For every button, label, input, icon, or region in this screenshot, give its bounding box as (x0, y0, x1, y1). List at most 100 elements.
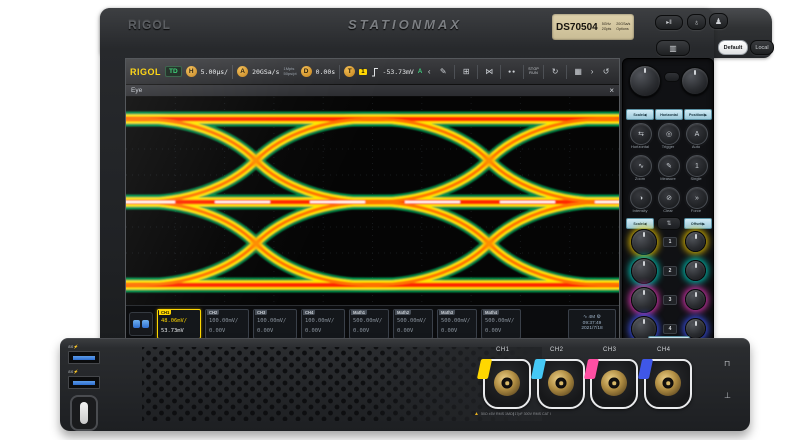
math-scale: 500.00mV/ (397, 318, 426, 324)
horizontal-badge[interactable]: H (186, 66, 197, 77)
channel-box-ch4[interactable]: CH4 100.00mV/ 0.00V (301, 309, 345, 339)
vertical-offset-pill[interactable]: Offset/▶ (684, 218, 712, 229)
model-badge: DS70504 5GHz 20GSa/s 2Gpts Options (552, 14, 634, 40)
touch-lock-button[interactable]: ♁ (687, 14, 706, 30)
math-box-1[interactable]: Math1 500.00mV/ 0.00V (349, 309, 389, 339)
ch1-enable-button[interactable]: 1 (663, 237, 677, 247)
collapse-icon[interactable]: ‹ (426, 67, 432, 76)
channel-box-ch2[interactable]: CH2 100.00mV/ 0.00V (205, 309, 249, 339)
math-offset: 0.00V (397, 328, 413, 334)
layout-icon[interactable]: ⊞ (459, 67, 473, 76)
eye-diagram-icon[interactable]: ⋈ (482, 67, 496, 76)
ch1-scale-knob[interactable] (631, 229, 657, 255)
force-button[interactable]: » (686, 187, 708, 209)
toolbar-divider (339, 65, 340, 79)
warning-text: 50Ω ±5V RMS 1MΩ∥17pF 300V RMS CAT I (481, 412, 551, 416)
local-button[interactable]: Local (750, 40, 774, 55)
ch2-scale-knob[interactable] (631, 258, 657, 284)
acquisition-mode-badge[interactable]: TD (165, 66, 182, 77)
horizontal-scale-value[interactable]: 5.00μs/ (201, 68, 228, 76)
trigger-level-value[interactable]: -53.73mV (383, 68, 414, 76)
usb-port-2[interactable] (68, 376, 100, 389)
clock-box[interactable]: ∿ 4M ⚙ 09:37:49 2021/7/18 (568, 309, 616, 339)
ch4-enable-button[interactable]: 4 (663, 324, 677, 334)
math-box-2[interactable]: Math2 500.00mV/ 0.00V (393, 309, 433, 339)
oscilloscope: RIGOL STATIONMAX DS70504 5GHz 20GSa/s 2G… (0, 0, 810, 440)
trigger-button[interactable]: ◎ (658, 123, 680, 145)
sample-rate-value[interactable]: 20GSa/s (252, 68, 279, 76)
run-label: RUN (529, 72, 538, 76)
trigger-badge[interactable]: T (344, 66, 355, 77)
close-icon[interactable]: × (609, 86, 614, 95)
run-pause-button[interactable]: ▸‖ (655, 15, 683, 30)
local-label: Local (755, 45, 768, 51)
touch-icon: ♁ (694, 18, 700, 27)
math-scale: 500.00mV/ (441, 318, 470, 324)
force-label: Force (683, 208, 709, 213)
run-stop-icon[interactable]: STOP RUN (528, 68, 539, 76)
channel-box-ch3[interactable]: CH3 100.00mV/ 0.00V (253, 309, 297, 339)
channel-box-ch1[interactable]: CH1 48.06mV/ 53.73mV (157, 309, 201, 339)
ch1-bnc-connector[interactable] (483, 359, 531, 409)
vertical-scale-pill[interactable]: Scale/◀ (626, 218, 654, 229)
clear-button[interactable]: ⊘ (658, 187, 680, 209)
auto-button[interactable]: A (686, 123, 708, 145)
position-button-pill[interactable]: Position/▶ (684, 109, 712, 120)
apps-grid-icon[interactable]: ▦ (571, 67, 585, 76)
channel-tab: CH3 (255, 310, 267, 315)
channel-status-bar: CH1 48.06mV/ 53.73mV CH2 100.00mV/ 0.00V… (126, 305, 619, 341)
ch3-scale-knob[interactable] (631, 287, 657, 313)
display-mode-icon[interactable] (129, 312, 153, 336)
zoom-icon: ∿ (638, 162, 644, 170)
acquire-badge[interactable]: A (237, 66, 248, 77)
zoom-label: Zoom (627, 176, 653, 181)
display-screen: RIGOL TD H 5.00μs/ A 20GSa/s 1Mpts 50ps/… (125, 58, 620, 342)
single-button[interactable]: 1 (686, 155, 708, 177)
scale-fine-label: Scale/◀ (633, 113, 646, 117)
ch3-bnc-connector[interactable] (590, 359, 638, 409)
power-button[interactable] (70, 395, 98, 431)
refresh-icon[interactable]: ↺ (599, 67, 613, 76)
ch3-offset-knob[interactable] (685, 289, 706, 310)
ch3-enable-button[interactable]: 3 (663, 295, 677, 305)
horizontal-position-knob[interactable] (681, 67, 709, 95)
measure-button[interactable]: ✎ (658, 155, 680, 177)
usb-port-1[interactable] (68, 351, 100, 364)
math-box-4[interactable]: Math4 500.00mV/ 0.00V (481, 309, 521, 339)
default-label: Default (724, 45, 743, 51)
input-rating-warning: ▲ 50Ω ±5V RMS 1MΩ∥17pF 300V RMS CAT I (474, 411, 551, 417)
math-box-3[interactable]: Math3 500.00mV/ 0.00V (437, 309, 477, 339)
vertical-nav-button[interactable]: ⇅ (657, 217, 681, 230)
delay-badge[interactable]: D (301, 66, 312, 77)
ch2-offset-knob[interactable] (685, 260, 706, 281)
default-button[interactable]: Default (718, 40, 748, 55)
channel-tab: CH2 (207, 310, 219, 315)
record-icon[interactable]: ↻ (548, 67, 562, 76)
annotate-pencil-icon[interactable]: ✎ (436, 67, 450, 76)
horizontal-button-pill[interactable]: Horizontal (655, 109, 683, 120)
memory-depth-stack: 1Mpts 50ps/pt (283, 67, 296, 76)
user-button[interactable]: ♟ (709, 13, 728, 29)
scale-fine-button[interactable]: Scale/◀ (626, 109, 654, 120)
ch1-offset-knob[interactable] (685, 231, 706, 252)
ch4-bnc-connector[interactable] (644, 359, 692, 409)
screen-toolbar: RIGOL TD H 5.00μs/ A 20GSa/s 1Mpts 50ps/… (126, 59, 619, 85)
ch2-bnc-connector[interactable] (537, 359, 585, 409)
search-icon[interactable]: ●● (505, 69, 519, 75)
horizontal-menu-button[interactable] (664, 72, 680, 82)
more-chevron-icon[interactable]: › (589, 67, 595, 76)
screenshot-button[interactable]: ▥ (656, 40, 690, 56)
usb-label: SS⚡ (68, 344, 78, 349)
ch3-number: 3 (669, 297, 672, 303)
horizontal-button[interactable]: ⇆ (630, 123, 652, 145)
window-title: Eye (131, 87, 142, 94)
channel-scale: 100.00mV/ (209, 318, 238, 324)
horizontal-scale-knob[interactable] (629, 65, 661, 97)
trigger-source[interactable]: 1 (359, 69, 366, 75)
math-tab: Math4 (483, 310, 499, 315)
measure-icon: ✎ (666, 162, 672, 170)
ch2-enable-button[interactable]: 2 (663, 266, 677, 276)
intensity-button[interactable]: ◑ (630, 187, 652, 209)
delay-value[interactable]: 0.00s (316, 68, 336, 76)
zoom-button[interactable]: ∿ (630, 155, 652, 177)
